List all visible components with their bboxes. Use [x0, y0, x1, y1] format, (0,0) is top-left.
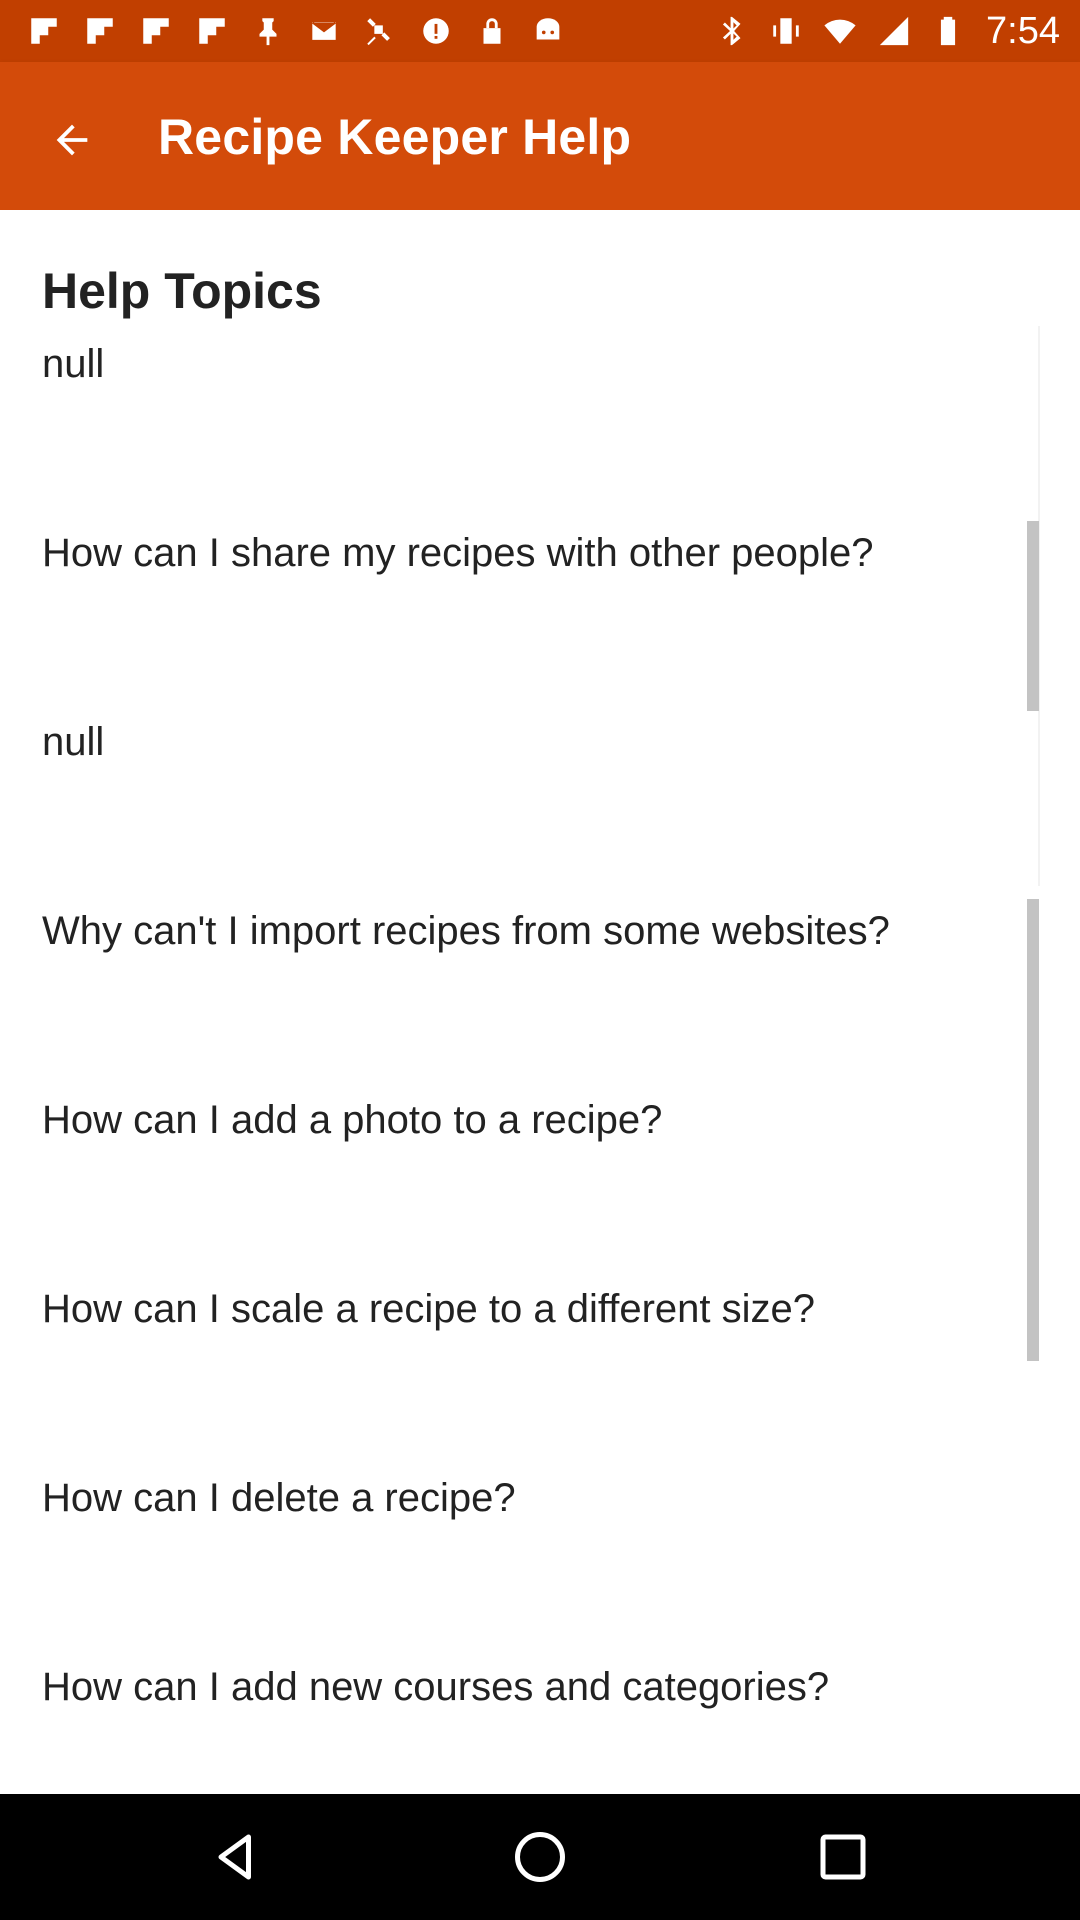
- help-topic-item[interactable]: How can I add a photo to a recipe?: [0, 1082, 1040, 1271]
- wifi-icon: [820, 11, 860, 51]
- help-topic-label: How can I add new courses and categories…: [42, 1665, 830, 1709]
- app-bar: Recipe Keeper Help: [0, 62, 1080, 210]
- pin-icon: [248, 11, 288, 51]
- flipboard-icon: [192, 11, 232, 51]
- signal-icon: [874, 11, 914, 51]
- scrollbar-thumb[interactable]: [1027, 521, 1039, 711]
- help-topic-label: How can I delete a recipe?: [42, 1476, 516, 1520]
- arrow-back-icon: [56, 124, 88, 156]
- back-button[interactable]: [34, 102, 110, 178]
- help-topic-item[interactable]: How can I scale a recipe to a different …: [0, 1271, 1040, 1460]
- help-topic-item[interactable]: How can I share my recipes with other pe…: [0, 515, 1040, 704]
- flipboard-icon: [136, 11, 176, 51]
- status-clock: 7:54: [986, 9, 1060, 52]
- help-content[interactable]: Help Topics null How can I share my reci…: [0, 210, 1080, 1794]
- navigation-bar: [0, 1794, 1080, 1920]
- help-topic-label: How can I scale a recipe to a different …: [42, 1287, 816, 1331]
- help-topic-list[interactable]: null How can I share my recipes with oth…: [0, 326, 1040, 1838]
- app-title: Recipe Keeper Help: [158, 109, 632, 165]
- section-title: Help Topics: [42, 263, 322, 319]
- recents-square-icon: [820, 1834, 866, 1880]
- status-bar: 7:54: [0, 0, 1080, 62]
- bluetooth-icon: [712, 11, 752, 51]
- help-topic-item[interactable]: null: [0, 704, 1040, 893]
- flipboard-icon: [80, 11, 120, 51]
- mail-icon: [304, 11, 344, 51]
- flipboard-icon: [24, 11, 64, 51]
- help-topic-label: Why can't I import recipes from some web…: [42, 909, 890, 953]
- android-icon: [528, 11, 568, 51]
- back-triangle-icon: [218, 1834, 251, 1880]
- satellite-icon: [360, 11, 400, 51]
- help-topic-item[interactable]: null: [0, 326, 1040, 515]
- lock-icon: [472, 11, 512, 51]
- help-topic-label: How can I add a photo to a recipe?: [42, 1098, 663, 1142]
- help-topic-label: null: [42, 720, 105, 764]
- battery-icon: [928, 11, 968, 51]
- home-circle-icon: [515, 1832, 565, 1882]
- help-topic-label: null: [42, 342, 105, 386]
- status-notification-icons: [24, 10, 568, 52]
- help-topic-item[interactable]: Why can't I import recipes from some web…: [0, 893, 1040, 1082]
- scrollbar-thumb[interactable]: [1027, 899, 1039, 1361]
- nav-home-button[interactable]: [500, 1817, 580, 1897]
- vibrate-icon: [766, 11, 806, 51]
- info-icon: [416, 11, 456, 51]
- nav-recents-button[interactable]: [803, 1817, 883, 1897]
- nav-back-button[interactable]: [196, 1817, 276, 1897]
- help-topic-item[interactable]: How can I delete a recipe?: [0, 1460, 1040, 1649]
- status-system-icons: 7:54: [712, 10, 1060, 52]
- help-topic-label: How can I share my recipes with other pe…: [42, 531, 874, 575]
